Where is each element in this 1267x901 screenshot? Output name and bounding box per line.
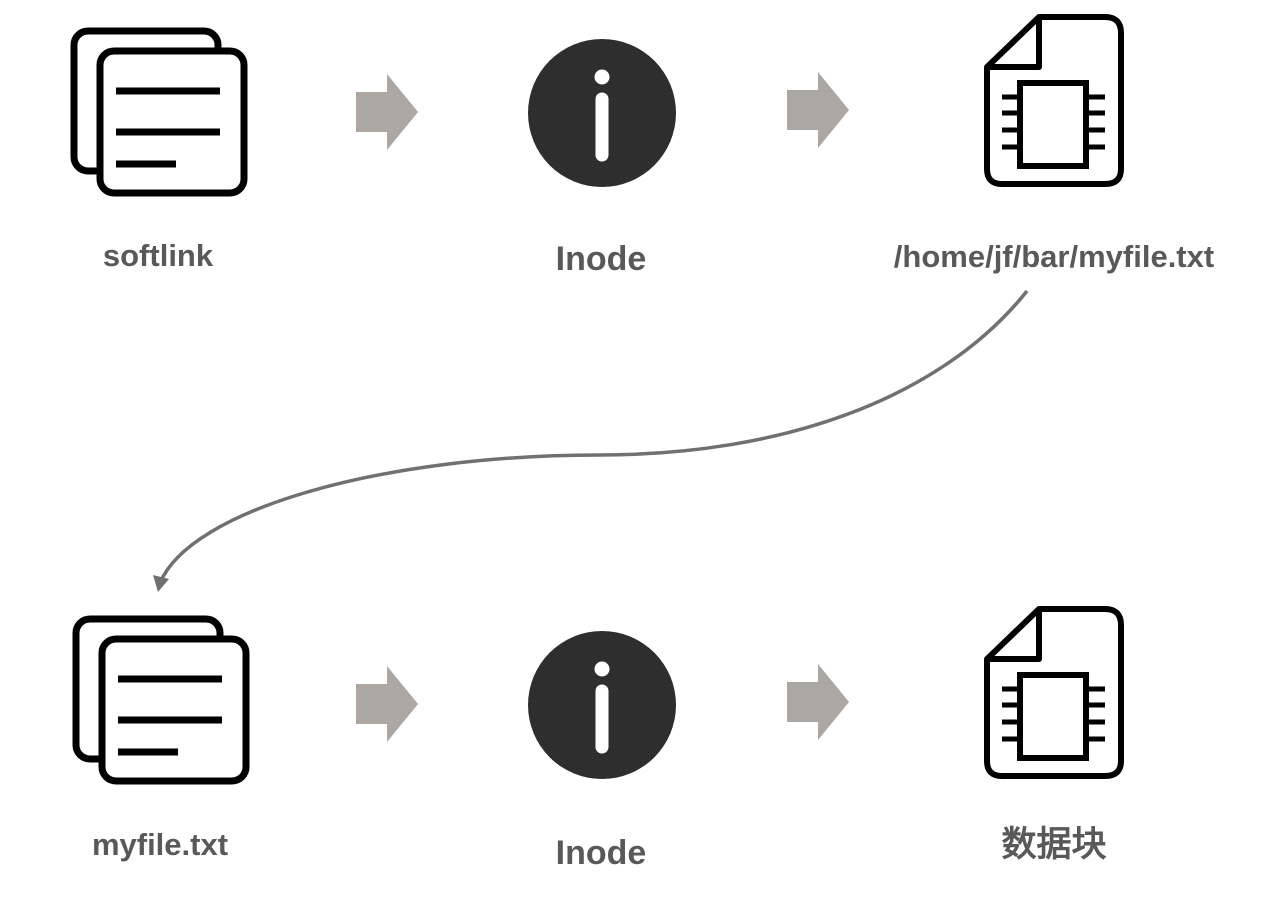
top-inode-label: Inode [555, 240, 647, 278]
curved-arrow-icon [158, 289, 1029, 584]
block-arrow-right-icon [356, 666, 418, 742]
info-circle-icon [528, 631, 676, 779]
top-file-label: softlink [102, 238, 214, 273]
block-arrow-right-icon [787, 72, 849, 148]
top-data-label: /home/jf/bar/myfile.txt [893, 239, 1215, 274]
softlink-diagram [0, 0, 1267, 901]
info-circle-icon [528, 39, 676, 187]
curved-arrow-head-icon [153, 575, 169, 592]
document-stack-icon [76, 619, 246, 781]
document-stack-icon [74, 31, 244, 193]
chip-document-icon [987, 17, 1121, 184]
chip-document-icon [987, 609, 1121, 776]
block-arrow-right-icon [356, 74, 418, 150]
bottom-data-label: 数据块 [1001, 825, 1107, 864]
block-arrow-right-icon [787, 664, 849, 740]
bottom-inode-label: Inode [555, 834, 647, 872]
bottom-file-label: myfile.txt [91, 827, 229, 862]
